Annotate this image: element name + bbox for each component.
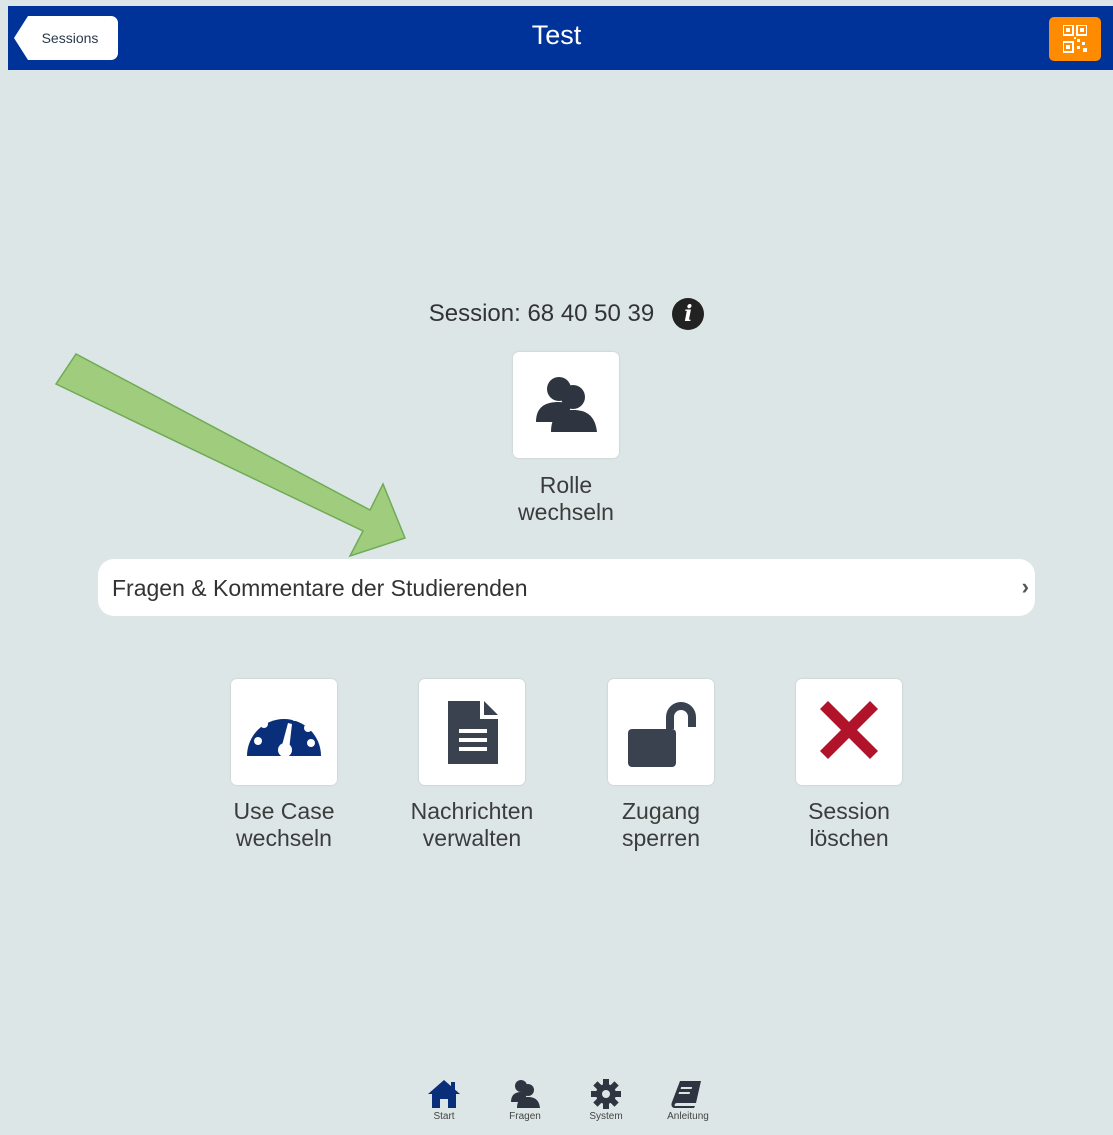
qr-code-icon: [1063, 25, 1087, 53]
switch-role-button[interactable]: [513, 352, 619, 458]
nav-start-label: Start: [433, 1111, 455, 1122]
nav-questions[interactable]: Fragen: [495, 1078, 555, 1122]
lock-access-button[interactable]: [608, 679, 714, 785]
nav-system[interactable]: System: [576, 1078, 636, 1122]
nav-guide-label: Anleitung: [667, 1111, 709, 1122]
delete-session-button[interactable]: [796, 679, 902, 785]
nav-guide[interactable]: Anleitung: [658, 1078, 718, 1122]
session-id-text: Session: 68 40 50 39: [428, 300, 655, 327]
users-icon: [536, 377, 597, 432]
page-title: Test: [531, 20, 582, 50]
switch-use-case-button[interactable]: [231, 679, 337, 785]
delete-session-label: Session löschen: [808, 798, 890, 851]
users-icon: [511, 1080, 540, 1108]
lock-access-label: Zugang sperren: [621, 798, 700, 851]
switch-role-label: Rolle wechseln: [518, 472, 614, 525]
questions-comments-row[interactable]: Fragen & Kommentare der Studierenden ›: [98, 559, 1035, 616]
unlock-icon: [628, 702, 696, 767]
nav-start[interactable]: Start: [414, 1078, 474, 1122]
session-id-line: Session: 68 40 50 39 i: [0, 298, 1113, 330]
chevron-right-icon: ›: [1021, 574, 1029, 599]
info-icon[interactable]: i: [672, 298, 705, 330]
home-icon: [428, 1080, 460, 1108]
document-icon: [448, 701, 498, 764]
switch-use-case-label: Use Case wechseln: [233, 798, 335, 851]
qr-code-button[interactable]: [1049, 17, 1101, 61]
nav-system-label: System: [589, 1111, 623, 1122]
manage-messages-button[interactable]: [419, 679, 525, 785]
gear-icon: [591, 1079, 621, 1109]
bottom-navigation: Start Fragen System Anleitung: [0, 1078, 1113, 1135]
book-icon: [671, 1081, 701, 1108]
dashboard-icon: [247, 711, 321, 757]
nav-questions-label: Fragen: [509, 1111, 541, 1122]
close-icon: [820, 701, 878, 759]
manage-messages-label: Nachrichten verwalten: [410, 798, 534, 851]
questions-comments-label: Fragen & Kommentare der Studierenden: [112, 575, 528, 601]
